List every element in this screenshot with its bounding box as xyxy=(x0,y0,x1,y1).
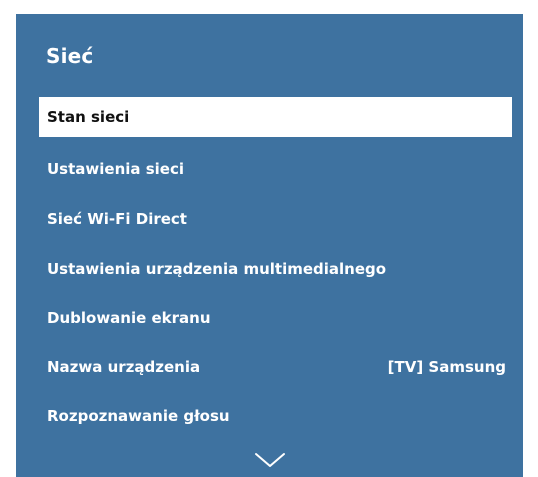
menu-item-label: Nazwa urządzenia xyxy=(47,358,201,376)
menu-title: Sieć xyxy=(46,44,94,68)
menu-item-label: Ustawienia urządzenia multimedialnego xyxy=(47,260,387,278)
menu-item-label: Stan sieci xyxy=(47,108,130,126)
chevron-down-icon[interactable] xyxy=(252,450,288,470)
menu-item-multimedia-device-settings[interactable]: Ustawienia urządzenia multimedialnego xyxy=(39,249,512,289)
menu-item-network-status[interactable]: Stan sieci xyxy=(39,97,512,137)
menu-item-screen-mirroring[interactable]: Dublowanie ekranu xyxy=(39,298,512,338)
menu-item-label: Sieć Wi-Fi Direct xyxy=(47,210,187,228)
menu-item-network-settings[interactable]: Ustawienia sieci xyxy=(39,149,512,189)
menu-item-label: Ustawienia sieci xyxy=(47,160,185,178)
network-menu-panel: Sieć Stan sieci Ustawienia sieci Sieć Wi… xyxy=(16,14,523,477)
menu-item-label: Rozpoznawanie głosu xyxy=(47,407,230,425)
menu-item-label: Dublowanie ekranu xyxy=(47,309,211,327)
menu-item-device-name[interactable]: Nazwa urządzenia [TV] Samsung xyxy=(39,347,512,387)
menu-item-wifi-direct[interactable]: Sieć Wi-Fi Direct xyxy=(39,199,512,239)
menu-item-voice-recognition[interactable]: Rozpoznawanie głosu xyxy=(39,396,512,436)
screen: Sieć Stan sieci Ustawienia sieci Sieć Wi… xyxy=(0,0,538,477)
device-name-value: [TV] Samsung xyxy=(387,358,506,376)
